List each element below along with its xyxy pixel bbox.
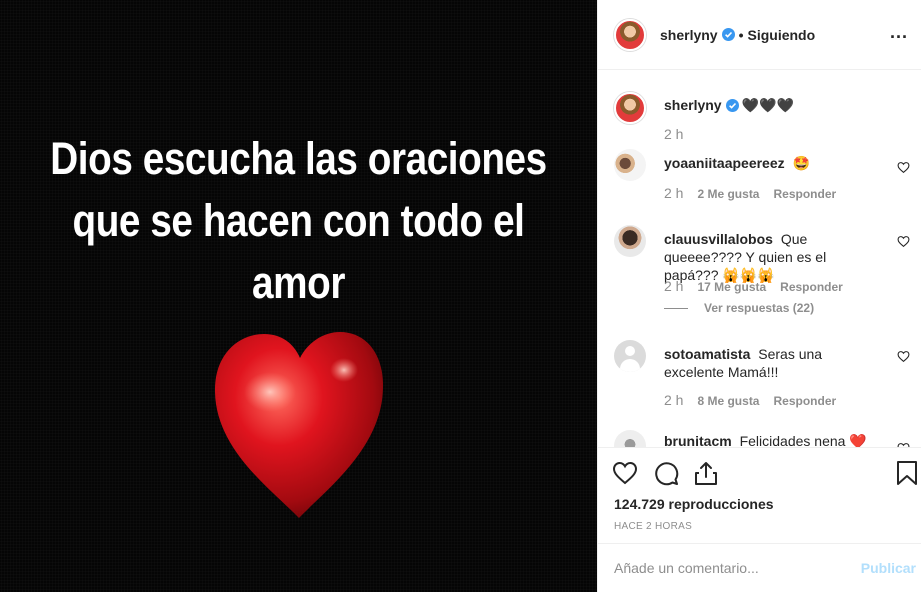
commenter-avatar[interactable] [614,340,646,372]
commenter-avatar[interactable] [614,430,646,447]
comments-list[interactable]: sherlyny 🖤🖤🖤 2 h yoaaniitaapeereez 🤩 2 h2… [598,71,921,447]
post-media[interactable]: Dios escucha las oraciones que se hacen … [0,0,597,592]
comment-time[interactable]: 2 h [664,185,683,201]
comment-body: brunitacm Felicidades nena ❤️ [664,432,884,447]
caption-body: sherlyny 🖤🖤🖤 [664,96,884,114]
comment-meta: 2 h 2 Me gusta Responder [664,185,850,201]
verified-badge-icon [725,99,739,112]
post-actions: 124.729 reproducciones HACE 2 HORAS [598,447,921,532]
commenter-avatar[interactable] [614,225,646,257]
caption-avatar[interactable] [614,92,646,124]
comment-icon[interactable] [653,460,679,486]
comment-likes[interactable]: 2 Me gusta [697,187,759,201]
comment-likes[interactable]: 8 Me gusta [697,394,759,408]
post-header: sherlyny • Siguiendo ... [598,0,921,70]
media-text: Dios escucha las oraciones que se hacen … [42,128,555,314]
comment-meta: 2 h 17 Me gusta Responder [664,278,857,294]
separator-dot: • [738,26,744,43]
share-icon[interactable] [693,460,719,486]
comment-body: sotoamatista Seras una excelente Mamá!!! [664,345,884,381]
comment-time[interactable]: 2 h [664,278,683,294]
caption-meta: 2 h [664,126,697,142]
comment-like-heart-icon[interactable] [897,235,910,248]
media-text-line: amor [252,257,345,308]
owner-username[interactable]: sherlyny [660,27,718,43]
verified-badge-icon [721,28,735,41]
heart-icon[interactable] [612,460,638,486]
comment-meta: 2 h 8 Me gusta Responder [664,392,850,408]
commenter-avatar[interactable] [614,149,646,181]
following-button[interactable]: Siguiendo [748,27,816,43]
comment-input[interactable] [614,544,844,592]
red-heart-image [214,332,384,518]
reply-button[interactable]: Responder [773,394,836,408]
view-count[interactable]: 124.729 reproducciones [614,496,774,512]
bookmark-icon[interactable] [894,460,920,486]
more-options-icon[interactable]: ... [890,23,908,41]
commenter-username[interactable]: sotoamatista [664,346,750,362]
commenter-username[interactable]: yoaaniitaapeereez [664,155,785,171]
add-comment-bar: Publicar [598,543,921,592]
caption-username[interactable]: sherlyny [664,97,722,113]
view-replies-button[interactable]: Ver respuestas (22) [664,301,814,315]
commenter-username[interactable]: clauusvillalobos [664,231,773,247]
comment-text: 🤩 [792,155,810,171]
post-timestamp[interactable]: HACE 2 HORAS [614,521,692,532]
caption-text: 🖤🖤🖤 [741,97,794,113]
comment-time[interactable]: 2 h [664,392,683,408]
replies-divider [664,308,688,310]
comment-body: yoaaniitaapeereez 🤩 [664,154,884,172]
media-text-line: Dios escucha las oraciones [50,133,547,184]
media-text-line: que se hacen con todo el [72,195,525,246]
caption-time[interactable]: 2 h [664,126,683,142]
view-replies-label: Ver respuestas (22) [704,301,815,315]
comment-like-heart-icon[interactable] [897,161,910,174]
reply-button[interactable]: Responder [773,187,836,201]
comment-body: clauusvillalobos Que queeee???? Y quien … [664,230,884,284]
commenter-username[interactable]: brunitacm [664,433,732,447]
comment-text: Felicidades nena ❤️ [739,433,867,447]
comment-likes[interactable]: 17 Me gusta [697,280,766,294]
reply-button[interactable]: Responder [780,280,843,294]
post-side-panel: sherlyny • Siguiendo ... sherlyny 🖤🖤🖤 2 h… [597,0,921,592]
owner-avatar[interactable] [614,18,646,51]
publish-button[interactable]: Publicar [861,560,916,576]
comment-like-heart-icon[interactable] [897,350,910,363]
